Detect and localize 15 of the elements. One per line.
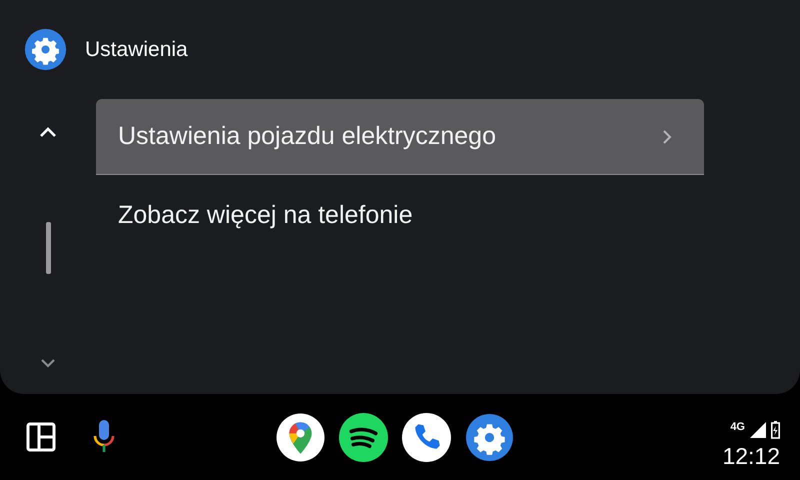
phone-icon[interactable] [402,412,451,462]
clock: 12:12 [722,442,780,470]
music-app-icon[interactable] [339,412,388,462]
menu-item[interactable]: Ustawienia pojazdu elektrycznego [96,99,704,175]
map-pin-icon[interactable] [276,412,325,462]
scrollbar-thumb[interactable] [46,222,50,274]
signal-icon [750,422,766,438]
network-type: 4G [730,420,745,432]
dashboard-icon[interactable] [26,422,56,452]
page-title: Ustawienia [85,38,188,62]
settings-icon[interactable] [465,412,514,462]
microphone-icon[interactable] [92,419,116,455]
battery-charging-icon [771,420,780,438]
menu-item[interactable]: Zobacz więcej na telefonie [96,175,704,255]
settings-icon [24,28,67,71]
